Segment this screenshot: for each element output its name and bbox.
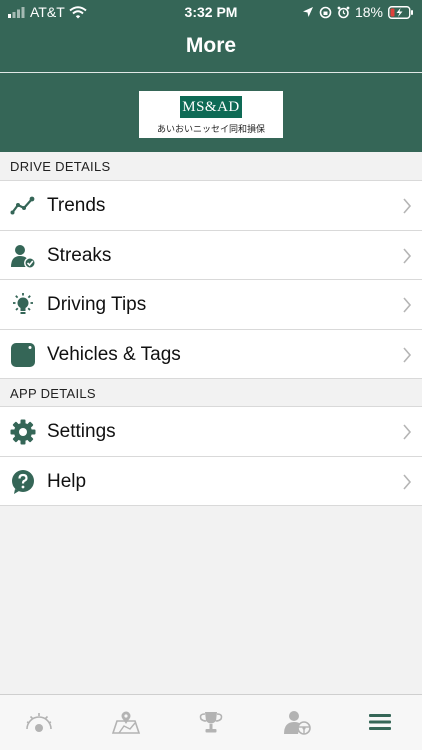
dashboard-gauge-icon[interactable] (24, 709, 54, 735)
battery-charging-icon (388, 5, 413, 19)
tab-bar (0, 694, 422, 750)
menu-item-settings[interactable]: Settings (0, 407, 422, 457)
menu-item-driving-tips[interactable]: Driving Tips (0, 280, 422, 330)
chevron-right-icon (403, 346, 412, 363)
menu-item-streaks[interactable]: Streaks (0, 231, 422, 280)
status-right: 18% (302, 4, 414, 20)
help-icon (12, 469, 34, 494)
menu-item-label: Help (47, 470, 87, 492)
menu-item-label: Streaks (47, 244, 112, 266)
page-title: More (185, 34, 237, 57)
chevron-right-icon (403, 297, 412, 313)
header-divider (0, 72, 422, 73)
location-arrow-icon (302, 7, 313, 17)
menu-item-label: Settings (47, 421, 116, 442)
chevron-right-icon (403, 198, 412, 214)
trophy-icon[interactable] (196, 709, 226, 735)
battery-percent: 18% (354, 4, 383, 20)
menu-item-vehicles-tags[interactable]: Vehicles & Tags (0, 330, 422, 379)
drive-details-list: Trends Streaks Driving Tips Vehicles & T… (0, 180, 422, 379)
vehicle-tag-icon (11, 342, 35, 367)
menu-item-help[interactable]: Help (0, 457, 422, 506)
rotation-lock-icon (319, 6, 332, 18)
chevron-right-icon (403, 473, 412, 490)
app-details-list: Settings Help (0, 406, 422, 506)
section-header-drive-details: DRIVE DETAILS (10, 159, 111, 174)
logo-mark: MS&AD (180, 96, 242, 118)
menu-item-label: Vehicles & Tags (47, 343, 181, 365)
trends-icon (10, 196, 35, 215)
map-icon[interactable] (111, 709, 141, 735)
sponsor-logo: MS&AD あいおいニッセイ同和損保 (139, 91, 283, 138)
lightbulb-icon (13, 293, 33, 314)
section-header-app-details: APP DETAILS (10, 386, 96, 401)
alarm-icon (337, 6, 350, 18)
chevron-right-icon (403, 424, 412, 440)
menu-item-label: Driving Tips (47, 294, 147, 315)
driver-wheel-icon[interactable] (282, 709, 312, 735)
gear-icon (10, 419, 36, 445)
menu-item-label: Trends (47, 195, 106, 216)
streaks-icon (11, 244, 36, 269)
status-bar: AT&T 3:32 PM 18% (0, 0, 422, 24)
chevron-right-icon (403, 247, 412, 264)
header-bar: AT&T 3:32 PM 18% More MS&AD あいおいニッセイ同和損保 (0, 0, 422, 152)
logo-subtitle: あいおいニッセイ同和損保 (156, 124, 265, 134)
menu-item-trends[interactable]: Trends (0, 181, 422, 231)
menu-icon[interactable] (366, 709, 396, 735)
